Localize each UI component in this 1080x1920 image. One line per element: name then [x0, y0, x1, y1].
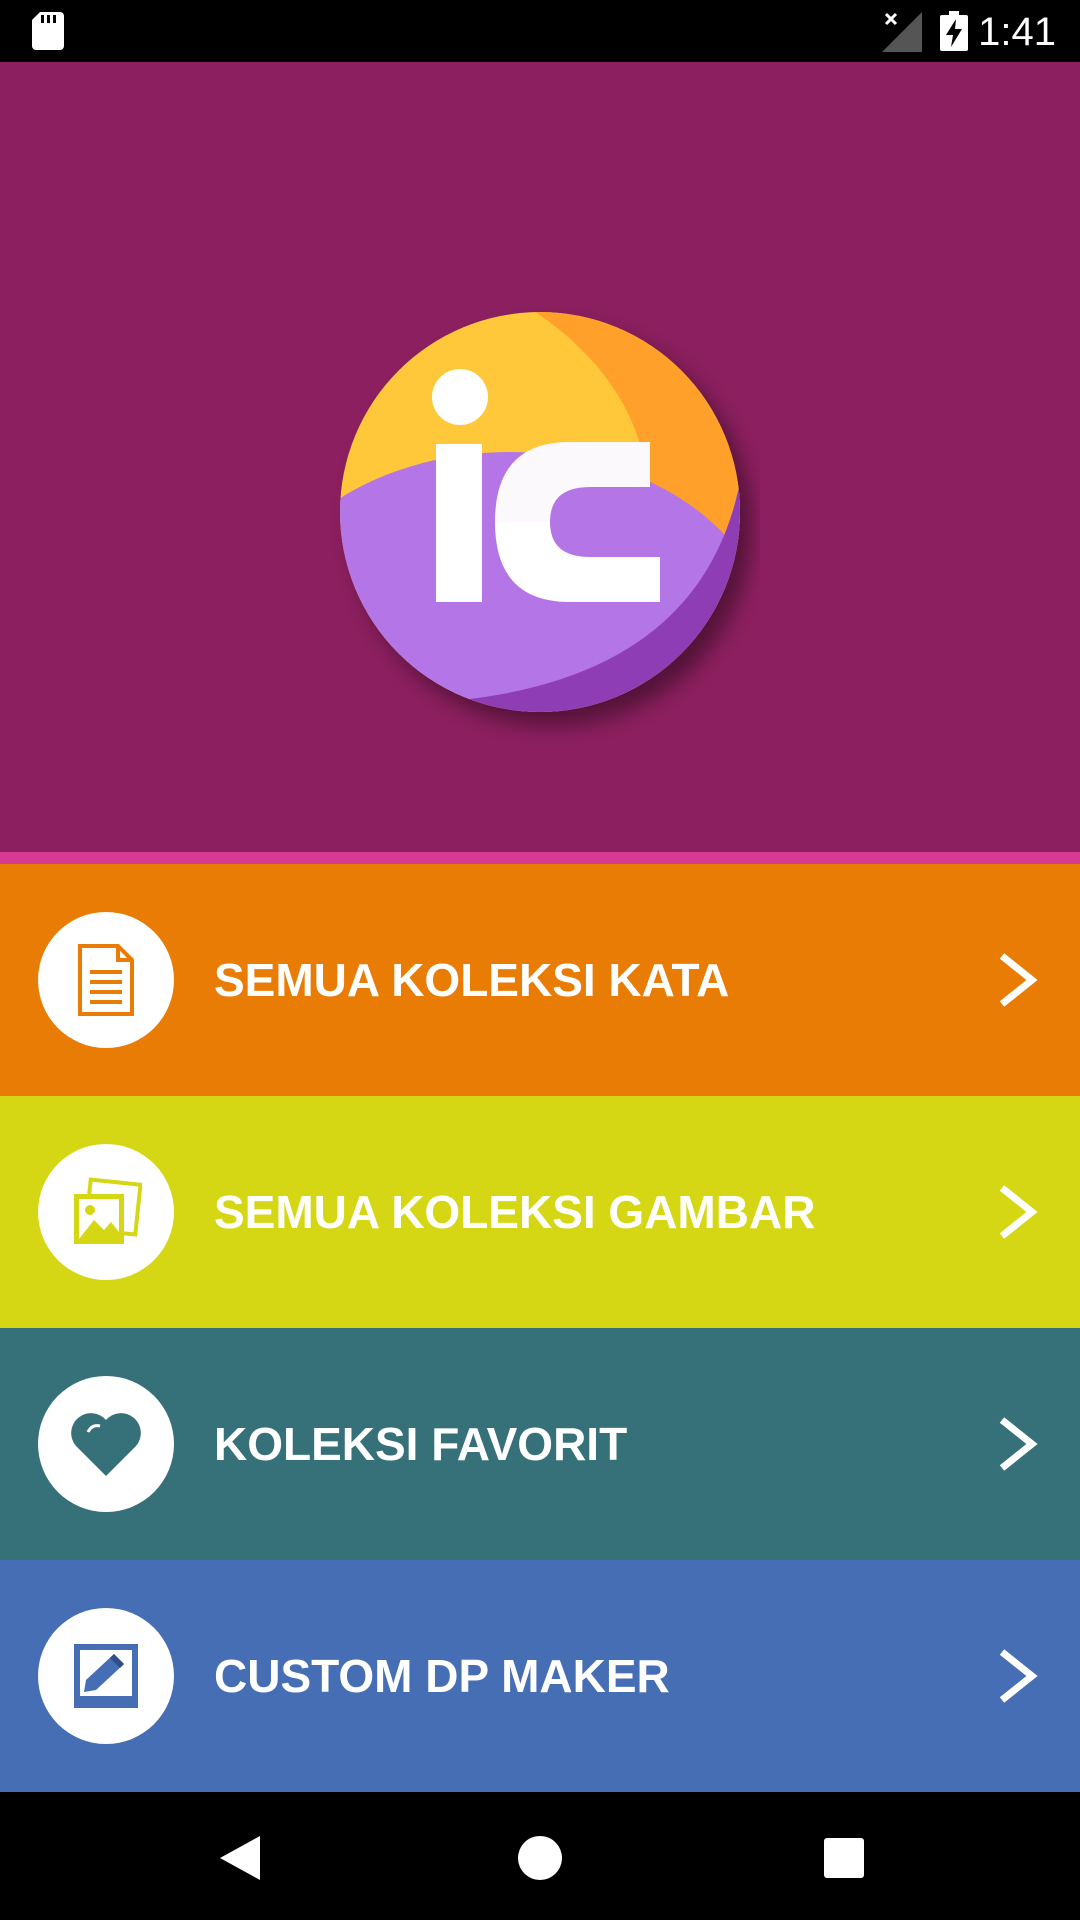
heart-icon — [71, 1413, 141, 1476]
menu-item-koleksi-gambar[interactable]: SEMUA KOLEKSI GAMBAR — [0, 1096, 1080, 1328]
menu-item-koleksi-kata[interactable]: SEMUA KOLEKSI KATA — [0, 864, 1080, 1096]
menu-icon-circle — [38, 1144, 174, 1280]
home-icon[interactable] — [512, 1830, 568, 1886]
back-icon[interactable] — [212, 1830, 268, 1886]
image-gallery-icon — [74, 1177, 142, 1244]
header-banner — [0, 62, 1080, 852]
menu-icon-circle — [38, 912, 174, 1048]
menu-item-koleksi-favorit[interactable]: KOLEKSI FAVORIT — [0, 1328, 1080, 1560]
sd-card-icon — [32, 12, 64, 50]
document-icon — [78, 944, 134, 1016]
menu-item-label: SEMUA KOLEKSI KATA — [214, 954, 730, 1006]
chevron-right-icon — [999, 1649, 1038, 1703]
menu-icon-circle — [38, 1376, 174, 1512]
edit-picture-icon — [74, 1644, 138, 1708]
menu-item-label: KOLEKSI FAVORIT — [214, 1418, 628, 1470]
recents-icon[interactable] — [816, 1830, 872, 1886]
status-bar: 1:41 — [0, 0, 1080, 62]
chevron-right-icon — [999, 1185, 1038, 1239]
app-logo — [340, 312, 740, 712]
chevron-right-icon — [999, 1417, 1038, 1471]
menu-item-custom-dp-maker[interactable]: CUSTOM DP MAKER — [0, 1560, 1080, 1792]
menu-item-label: CUSTOM DP MAKER — [214, 1650, 670, 1702]
menu-item-label: SEMUA KOLEKSI GAMBAR — [214, 1186, 816, 1238]
header-accent-stripe — [0, 852, 1080, 864]
battery-charging-icon — [940, 11, 968, 51]
navigation-bar — [0, 1794, 1080, 1920]
chevron-right-icon — [999, 953, 1038, 1007]
no-sim-icon — [882, 12, 922, 52]
menu-icon-circle — [38, 1608, 174, 1744]
status-clock: 1:41 — [978, 10, 1056, 54]
